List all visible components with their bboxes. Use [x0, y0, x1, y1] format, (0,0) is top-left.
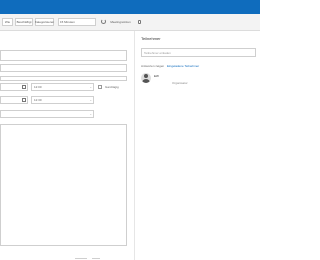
title-input[interactable]: [0, 50, 127, 61]
location-input[interactable]: [0, 64, 127, 72]
response-filter-dropdown[interactable]: Eingeladene Teilnehmer: [167, 65, 199, 68]
busy-status-button[interactable]: Beschäftigt: [15, 18, 33, 26]
categorize-label: Kategorisieren: [34, 20, 55, 24]
extra-field[interactable]: [0, 76, 127, 81]
calendar-icon: [22, 85, 26, 89]
recurrence-dropdown[interactable]: ⌄: [0, 110, 94, 118]
taskbar-indicator: [92, 258, 100, 259]
reminder-value: 15 Minuten: [60, 20, 75, 24]
response-filter-label: Antworten zeigen: [141, 64, 165, 68]
panel-divider: [134, 31, 135, 260]
start-time-input[interactable]: 12:00 ⌄: [31, 83, 94, 91]
body-editor[interactable]: [0, 124, 127, 246]
end-date-input[interactable]: [0, 96, 28, 104]
busy-status-label: Beschäftigt: [16, 20, 32, 24]
window-title-bar: [0, 0, 260, 14]
start-time-value: 12:00: [34, 85, 42, 89]
chevron-down-icon: ⌄: [89, 98, 92, 102]
chevron-down-icon: ⌄: [89, 112, 92, 116]
attendees-title: Teilnehmer: [141, 36, 161, 41]
calendar-icon: [22, 98, 26, 102]
start-date-input[interactable]: [0, 83, 28, 91]
end-time-input[interactable]: 12:30 ⌄: [31, 96, 94, 104]
attendee-search-input[interactable]: Teilnehmer einladen: [141, 48, 256, 57]
categorize-button[interactable]: Kategorisieren: [35, 18, 54, 26]
show-as-label: Wie: [4, 20, 11, 24]
show-as-button[interactable]: Wie: [2, 18, 13, 26]
attendee-search-placeholder: Teilnehmer einladen: [144, 51, 171, 55]
meeting-notes-button[interactable]: Meetingnotizen: [108, 18, 133, 26]
reminder-dropdown[interactable]: 15 Minuten: [58, 18, 96, 26]
lock-icon[interactable]: [138, 20, 141, 24]
attendee-role: Organisator: [172, 81, 188, 85]
meeting-notes-label: Meetingnotizen: [110, 20, 131, 24]
all-day-checkbox[interactable]: [98, 85, 102, 89]
attendee-initials: EW: [154, 74, 159, 78]
taskbar-indicator: [75, 258, 87, 259]
end-time-value: 12:30: [34, 98, 42, 102]
avatar: [141, 73, 151, 83]
sync-icon[interactable]: [101, 19, 106, 24]
all-day-label: Ganztägig: [105, 85, 119, 89]
chevron-down-icon: ⌄: [89, 85, 92, 89]
